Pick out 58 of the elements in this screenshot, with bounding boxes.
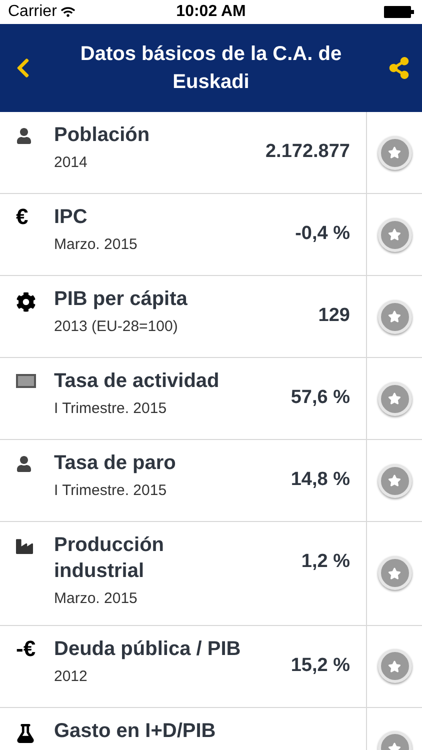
row-value: -0,4 % bbox=[295, 222, 350, 246]
row-title: PIB per cápita bbox=[54, 287, 188, 312]
factory-icon bbox=[16, 538, 33, 555]
row-subtitle: I Trimestre. 2015 bbox=[54, 481, 168, 501]
favorite-button[interactable] bbox=[378, 556, 412, 590]
list-row[interactable]: € IPC Marzo. 2015 -0,4 % bbox=[0, 194, 422, 276]
row-subtitle: Marzo. 2015 bbox=[54, 235, 138, 255]
row-title: Producción industrial bbox=[54, 533, 166, 584]
star-icon bbox=[388, 474, 401, 487]
screen-icon bbox=[16, 374, 36, 388]
page-title: Datos básicos de la C.A. de Euskadi bbox=[79, 42, 343, 95]
wifi-icon bbox=[60, 5, 75, 19]
row-subtitle: I Trimestre. 2015 bbox=[54, 399, 168, 419]
row-title: IPC bbox=[54, 205, 88, 230]
star-icon bbox=[388, 566, 401, 580]
favorite-button[interactable] bbox=[378, 464, 412, 498]
star-icon bbox=[388, 146, 401, 159]
star-icon bbox=[388, 660, 401, 672]
list-row[interactable]: Producción industrial Marzo. 2015 1,2 % bbox=[0, 522, 422, 626]
row-subtitle: Marzo. 2015 bbox=[54, 589, 138, 609]
star-icon bbox=[388, 228, 401, 241]
list-row[interactable]: Gasto en I+D/PIB bbox=[0, 708, 422, 750]
row-title: Deuda pública / PIB bbox=[54, 636, 242, 662]
gear-icon bbox=[16, 292, 36, 312]
status-time: 10:02 AM bbox=[176, 2, 246, 22]
row-value: 129 bbox=[318, 304, 350, 328]
list-row[interactable]: Tasa de paro I Trimestre. 2015 14,8 % bbox=[0, 440, 422, 522]
carrier-label: Carrier bbox=[8, 2, 57, 22]
favorite-button[interactable] bbox=[378, 649, 412, 683]
row-title: Población bbox=[54, 123, 151, 148]
favorite-button[interactable] bbox=[378, 218, 412, 252]
list-row[interactable]: Población 2014 2.172.877 bbox=[0, 112, 422, 194]
row-subtitle: 2014 bbox=[54, 153, 88, 173]
favorite-button[interactable] bbox=[378, 382, 412, 416]
row-symbol: -€ bbox=[16, 638, 36, 662]
flask-icon bbox=[16, 724, 35, 742]
row-title: Gasto en I+D/PIB bbox=[54, 718, 217, 744]
share-icon bbox=[388, 57, 410, 79]
row-value: 1,2 % bbox=[301, 550, 350, 574]
person-icon bbox=[16, 128, 32, 144]
star-icon bbox=[388, 310, 401, 323]
person-icon bbox=[16, 456, 32, 472]
list-row[interactable]: Tasa de actividad I Trimestre. 2015 57,6 % bbox=[0, 358, 422, 440]
row-value: 14,8 % bbox=[290, 468, 350, 492]
list-row[interactable]: -€ Deuda pública / PIB 2012 15,2 % bbox=[0, 626, 422, 708]
row-value: 57,6 % bbox=[290, 386, 350, 410]
battery-icon bbox=[384, 6, 414, 18]
row-subtitle: 2013 (EU-28=100) bbox=[54, 317, 179, 337]
favorite-button[interactable] bbox=[378, 300, 412, 334]
row-value: 15,2 % bbox=[290, 654, 350, 678]
row-title: Tasa de paro bbox=[54, 451, 177, 476]
list-row[interactable]: PIB per cápita 2013 (EU-28=100) 129 bbox=[0, 276, 422, 358]
favorite-button[interactable] bbox=[378, 136, 412, 170]
row-subtitle: 2012 bbox=[54, 666, 88, 686]
row-value: 2.172.877 bbox=[265, 140, 350, 164]
row-title: Tasa de actividad bbox=[54, 369, 220, 394]
row-symbol: € bbox=[16, 206, 28, 231]
star-icon bbox=[388, 392, 401, 405]
